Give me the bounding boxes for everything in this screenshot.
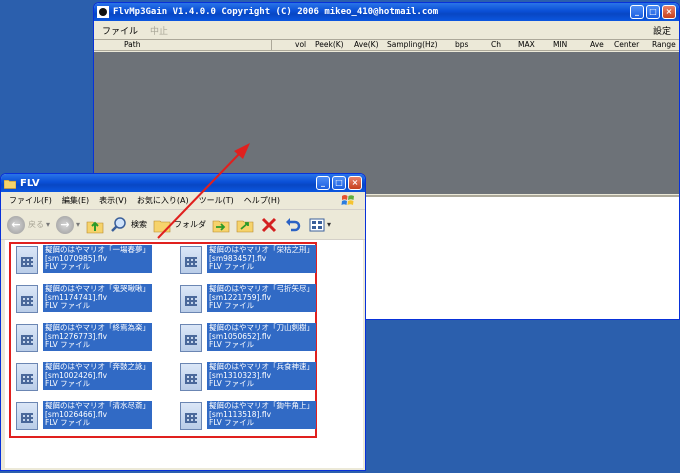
file-label: 擬餌のはやマリオ「奔鼓之詠」 [sm1002426].flv FLV ファイル — [43, 362, 152, 390]
menu-edit[interactable]: 編集(E) — [62, 195, 89, 206]
back-arrow-icon: ← — [7, 215, 25, 234]
file-label: 擬餌のはやマリオ「鉤牛角上」 [sm1113518].flv FLV ファイル — [207, 401, 316, 429]
col-bps[interactable]: bps — [455, 40, 468, 49]
menu-file[interactable]: ファイル(F) — [9, 195, 52, 206]
chevron-down-icon: ▾ — [76, 220, 81, 229]
menu-help[interactable]: ヘルプ(H) — [244, 195, 280, 206]
menu-stop[interactable]: 中止 — [150, 24, 168, 37]
explorer-title: FLV — [20, 177, 40, 189]
flv-file-icon — [13, 362, 41, 392]
file-label: 擬餌のはやマリオ「清水尽斎」 [sm1026466].flv FLV ファイル — [43, 401, 152, 429]
views-icon — [309, 218, 325, 231]
app-icon — [97, 6, 109, 18]
file-label: 擬餌のはやマリオ「終焉為楽」 [sm1276773].flv FLV ファイル — [43, 323, 152, 351]
menu-view[interactable]: 表示(V) — [99, 195, 127, 206]
mp3gain-title: FlvMp3Gain V1.4.0.0 Copyright (C) 2006 m… — [113, 7, 439, 17]
file-item[interactable]: 擬餌のはやマリオ「鬼哭啾啾」 [sm1174741].flv FLV ファイル — [13, 284, 161, 314]
file-item[interactable]: 擬餌のはやマリオ「鉤牛角上」 [sm1113518].flv FLV ファイル — [177, 401, 325, 431]
flv-file-icon — [13, 323, 41, 353]
file-item[interactable]: 擬餌のはやマリオ「弓折矢尽」 [sm1221759].flv FLV ファイル — [177, 284, 325, 314]
chevron-down-icon: ▾ — [46, 220, 51, 229]
col-ave-k[interactable]: Ave(K) — [354, 40, 379, 49]
col-peek[interactable]: Peek(K) — [315, 40, 344, 49]
maximize-button[interactable]: □ — [646, 5, 660, 19]
file-item[interactable]: 擬餌のはやマリオ「兵食神速」 [sm1310323].flv FLV ファイル — [177, 362, 325, 392]
folder-button[interactable]: フォルダ — [153, 216, 206, 234]
col-ave[interactable]: Ave — [590, 40, 604, 49]
search-button[interactable]: 検索 — [110, 216, 147, 234]
copy-to-button[interactable] — [236, 216, 254, 234]
col-max[interactable]: MAX — [518, 40, 535, 49]
undo-icon — [286, 217, 301, 231]
col-path[interactable]: Path — [124, 40, 140, 49]
close-button[interactable]: × — [348, 176, 362, 190]
file-label: 擬餌のはやマリオ「栄枯之刑」 [sm983457].flv FLV ファイル — [207, 245, 316, 273]
back-button[interactable]: ← 戻る ▾ — [7, 215, 51, 234]
file-item[interactable]: 擬餌のはやマリオ「終焉為楽」 [sm1276773].flv FLV ファイル — [13, 323, 161, 353]
explorer-menubar: ファイル(F) 編集(E) 表示(V) お気に入り(A) ツール(T) ヘルプ(… — [1, 192, 365, 210]
minimize-button[interactable]: _ — [316, 176, 330, 190]
flv-file-icon — [177, 362, 205, 392]
folder-icon — [4, 177, 16, 189]
file-label: 擬餌のはやマリオ「鬼哭啾啾」 [sm1174741].flv FLV ファイル — [43, 284, 152, 312]
file-item[interactable]: 擬餌のはやマリオ「刀山剣樹」 [sm1050652].flv FLV ファイル — [177, 323, 325, 353]
delete-button[interactable] — [260, 216, 278, 234]
col-sampling[interactable]: Sampling(Hz) — [387, 40, 438, 49]
file-item[interactable]: 擬餌のはやマリオ「奔鼓之詠」 [sm1002426].flv FLV ファイル — [13, 362, 161, 392]
up-folder-button[interactable] — [86, 216, 104, 234]
file-label: 擬餌のはやマリオ「弓折矢尽」 [sm1221759].flv FLV ファイル — [207, 284, 316, 312]
file-item[interactable]: 擬餌のはやマリオ「栄枯之刑」 [sm983457].flv FLV ファイル — [177, 245, 325, 275]
folder-tree-icon — [153, 220, 171, 232]
delete-x-icon — [261, 217, 277, 232]
close-button[interactable]: × — [662, 5, 676, 19]
copy-to-icon — [236, 220, 254, 232]
windows-logo-icon — [341, 195, 354, 205]
menu-tools[interactable]: ツール(T) — [199, 195, 234, 206]
col-vol[interactable]: vol — [295, 40, 306, 49]
menu-settings[interactable]: 設定 — [653, 24, 671, 37]
col-min[interactable]: MIN — [553, 40, 567, 49]
file-item[interactable]: 擬餌のはやマリオ「一場春夢」 [sm1070985].flv FLV ファイル — [13, 245, 161, 275]
flv-explorer-window: FLV _ □ × ファイル(F) 編集(E) 表示(V) お気に入り(A) ツ… — [0, 173, 366, 471]
file-label: 擬餌のはやマリオ「兵食神速」 [sm1310323].flv FLV ファイル — [207, 362, 316, 390]
move-to-icon — [212, 220, 230, 232]
forward-arrow-icon: → — [56, 215, 75, 234]
search-icon — [111, 216, 126, 232]
explorer-titlebar[interactable]: FLV _ □ × — [1, 174, 365, 192]
maximize-button[interactable]: □ — [332, 176, 346, 190]
flv-file-icon — [13, 245, 41, 275]
file-label: 擬餌のはやマリオ「一場春夢」 [sm1070985].flv FLV ファイル — [43, 245, 152, 273]
up-folder-icon — [86, 221, 104, 233]
menu-file[interactable]: ファイル — [102, 24, 138, 37]
flv-file-icon — [177, 323, 205, 353]
explorer-toolbar: ← 戻る ▾ → ▾ 検索 フォルダ ▾ — [1, 210, 365, 240]
column-header: Path vol Peek(K) Ave(K) Sampling(Hz) bps… — [94, 39, 679, 51]
col-ch[interactable]: Ch — [491, 40, 501, 49]
move-to-button[interactable] — [212, 216, 230, 234]
undo-button[interactable] — [284, 216, 302, 234]
col-range[interactable]: Range — [652, 40, 676, 49]
flv-file-icon — [177, 245, 205, 275]
mp3gain-menubar: ファイル 中止 設定 — [94, 21, 679, 39]
file-item[interactable]: 擬餌のはやマリオ「清水尽斎」 [sm1026466].flv FLV ファイル — [13, 401, 161, 431]
flv-file-icon — [177, 284, 205, 314]
file-label: 擬餌のはやマリオ「刀山剣樹」 [sm1050652].flv FLV ファイル — [207, 323, 316, 351]
forward-button[interactable]: → ▾ — [56, 215, 81, 234]
chevron-down-icon: ▾ — [327, 220, 332, 229]
views-button[interactable]: ▾ — [308, 216, 331, 234]
flv-file-icon — [13, 284, 41, 314]
minimize-button[interactable]: _ — [630, 5, 644, 19]
col-center[interactable]: Center — [614, 40, 639, 49]
file-view[interactable]: 擬餌のはやマリオ「一場春夢」 [sm1070985].flv FLV ファイル 擬餌… — [5, 240, 363, 468]
menu-favorites[interactable]: お気に入り(A) — [137, 195, 189, 206]
mp3gain-titlebar[interactable]: FlvMp3Gain V1.4.0.0 Copyright (C) 2006 m… — [94, 3, 679, 21]
flv-file-icon — [177, 401, 205, 431]
flv-file-icon — [13, 401, 41, 431]
col-separator[interactable] — [271, 40, 272, 51]
